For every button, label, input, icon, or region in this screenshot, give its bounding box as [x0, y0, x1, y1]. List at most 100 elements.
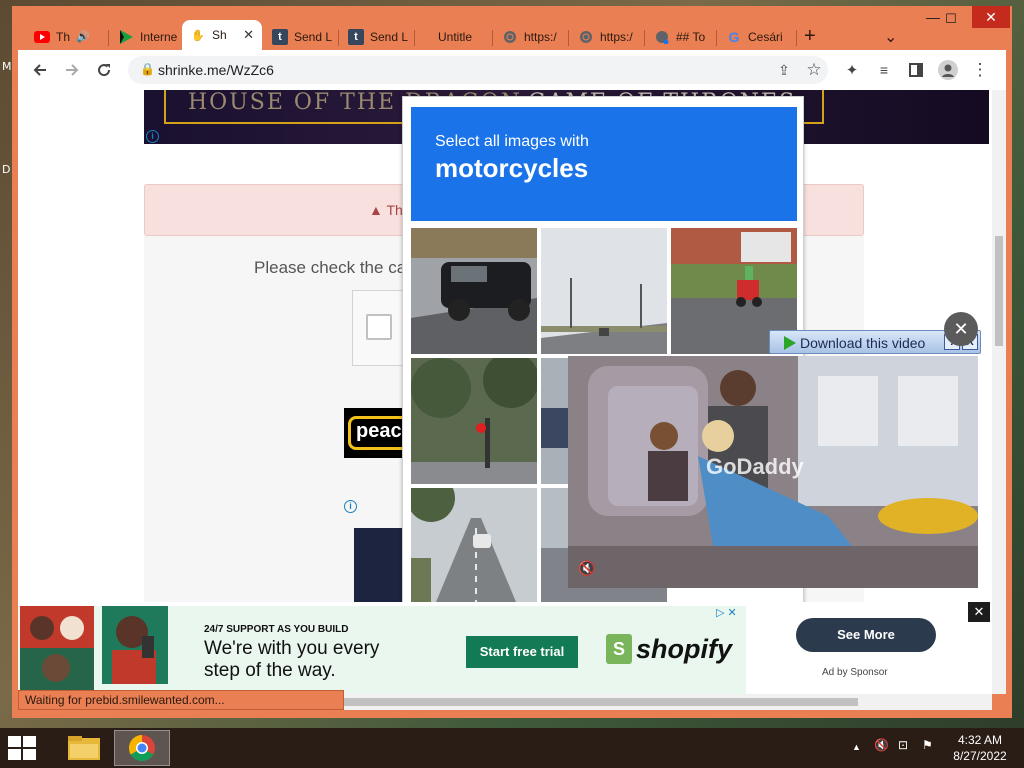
- tab-title: https:/: [600, 29, 633, 44]
- media-control-icon[interactable]: ≡: [872, 58, 896, 82]
- speaker-icon: 🔊: [76, 31, 90, 43]
- shopify-ad-panel[interactable]: 24/7 SUPPORT AS YOU BUILD We're with you…: [18, 606, 746, 694]
- taskbar: ▲ 🔇 ⊡ ⚑ 4:32 AM 8/27/2022: [0, 728, 1024, 768]
- back-arrow-icon[interactable]: [28, 58, 52, 82]
- browser-toolbar: 🔒 shrinke.me/WzZc6 ⇪ ☆ ✦ ≡ ⋮: [18, 50, 1006, 90]
- captcha-tile[interactable]: [411, 228, 537, 354]
- captcha-target-word: motorcycles: [435, 153, 589, 183]
- side-panel-icon[interactable]: [904, 58, 928, 82]
- scrollbar-thumb[interactable]: [995, 236, 1003, 346]
- bottom-sticky-ad[interactable]: 24/7 SUPPORT AS YOU BUILD We're with you…: [18, 602, 992, 694]
- google-icon: G: [728, 28, 740, 45]
- tab-strip: Th 🔊 Interne ✋ Sh ✕ t Send L t Send L Un…: [18, 20, 978, 50]
- recaptcha-checkbox[interactable]: [366, 314, 392, 340]
- volume-muted-icon[interactable]: 🔇: [874, 738, 889, 752]
- ad-photo: [20, 606, 94, 690]
- adchoices-icon[interactable]: ▷ ✕: [716, 606, 737, 619]
- globe-icon: [502, 29, 518, 45]
- ad-sponsor-label: Ad by Sponsor: [822, 667, 888, 678]
- tab-title: Untitle: [438, 29, 473, 44]
- video-close-button[interactable]: ✕: [944, 312, 978, 346]
- ad-tagline: 24/7 SUPPORT AS YOU BUILD: [204, 624, 349, 635]
- tab-send-2[interactable]: t Send L: [340, 23, 412, 50]
- network-icon[interactable]: ⊡: [898, 738, 908, 752]
- tumblr-icon: t: [272, 28, 288, 45]
- tab-https-1[interactable]: https:/: [494, 23, 566, 50]
- bookmark-star-icon[interactable]: ☆: [802, 58, 826, 82]
- see-more-button[interactable]: See More: [796, 618, 936, 652]
- tab-shrinke-active[interactable]: ✋ Sh ✕: [182, 20, 262, 50]
- tab-close-icon[interactable]: ✕: [243, 27, 254, 43]
- address-bar[interactable]: 🔒 shrinke.me/WzZc6: [128, 56, 828, 84]
- video-ad-player[interactable]: GoDaddy 🔇: [568, 356, 978, 588]
- tab-title: Send L: [294, 29, 333, 44]
- profile-avatar-icon[interactable]: [936, 58, 960, 82]
- hand-icon: ✋: [191, 29, 205, 42]
- captcha-prompt-text: Please check the ca: [254, 258, 407, 277]
- play-icon: [784, 336, 796, 350]
- new-tab-button[interactable]: +: [798, 23, 828, 50]
- tab-search-button[interactable]: ⌄: [876, 23, 906, 50]
- tab-todo[interactable]: ## To: [646, 23, 714, 50]
- captcha-tile[interactable]: [411, 488, 537, 614]
- clock-time: 4:32 AM: [957, 733, 1003, 747]
- tab-youtube[interactable]: Th 🔊: [26, 23, 106, 50]
- globe-icon: [578, 29, 594, 45]
- warning-icon: ▲: [369, 202, 383, 218]
- ad-info-icon[interactable]: i: [344, 500, 357, 513]
- globe-icon: [654, 29, 670, 45]
- ad-photo: [102, 606, 168, 690]
- tumblr-icon: t: [348, 28, 364, 45]
- browser-window: — ☐ ✕ Th 🔊 Interne ✋ Sh ✕ t Send L t Sen…: [12, 6, 1012, 718]
- url-text[interactable]: shrinke.me/WzZc6: [158, 62, 274, 78]
- youtube-icon: [34, 29, 50, 45]
- peacock-ad[interactable]: peac: [344, 408, 418, 458]
- ad-info-icon[interactable]: i: [146, 130, 159, 143]
- clock-date: 8/27/2022: [953, 749, 1007, 763]
- captcha-instruction: Select all images with: [435, 133, 589, 150]
- vertical-scrollbar[interactable]: [992, 90, 1006, 694]
- captcha-tile[interactable]: [541, 228, 667, 354]
- share-icon[interactable]: ⇪: [772, 58, 796, 82]
- play-icon: [118, 29, 134, 45]
- tab-title: ## To: [676, 29, 706, 44]
- action-center-flag-icon[interactable]: ⚑: [922, 738, 933, 752]
- lock-icon: 🔒: [140, 62, 155, 76]
- download-video-label[interactable]: Download this video: [800, 335, 925, 351]
- reload-icon[interactable]: [92, 58, 116, 82]
- captcha-tile[interactable]: [411, 358, 537, 484]
- tab-google[interactable]: G Cesári: [718, 23, 794, 50]
- captcha-header: Select all images with motorcycles: [411, 107, 797, 221]
- forward-arrow-icon[interactable]: [60, 58, 84, 82]
- chrome-taskbar-icon[interactable]: [114, 730, 170, 766]
- dark-ad-block[interactable]: [354, 528, 404, 608]
- file-explorer-icon[interactable]: [56, 730, 112, 766]
- tab-title: Interne: [140, 29, 178, 44]
- tab-title: Send L: [370, 29, 409, 44]
- tray-expand-icon[interactable]: ▲: [852, 742, 861, 752]
- shopify-bag-icon: S: [606, 634, 632, 664]
- tab-send-1[interactable]: t Send L: [264, 23, 336, 50]
- desktop-fragment: M: [2, 60, 12, 73]
- ad-headline: We're with you every step of the way.: [204, 638, 380, 681]
- tab-title: Th: [56, 29, 71, 44]
- windows-start-icon[interactable]: [8, 736, 38, 760]
- tab-internet[interactable]: Interne: [110, 23, 182, 50]
- menu-kebab-icon[interactable]: ⋮: [968, 58, 992, 82]
- mute-icon[interactable]: 🔇: [578, 560, 595, 577]
- tab-title: Cesári: [748, 29, 783, 44]
- page-viewport: HOUSE OF THE DRAGON GAME OF THRONES i ▲ …: [18, 90, 992, 694]
- tab-untitled[interactable]: Untitle: [424, 23, 494, 50]
- extensions-puzzle-icon[interactable]: ✦: [840, 58, 864, 82]
- tab-https-2[interactable]: https:/: [570, 23, 642, 50]
- alert-text: Th: [386, 202, 403, 218]
- system-clock[interactable]: 4:32 AM 8/27/2022: [948, 732, 1012, 764]
- start-free-trial-button[interactable]: Start free trial: [466, 636, 578, 668]
- shopify-logo-text: shopify: [636, 634, 733, 664]
- ad-close-button[interactable]: ✕: [968, 602, 990, 622]
- status-bubble: Waiting for prebid.smilewanted.com...: [18, 690, 344, 710]
- tab-title: Sh: [212, 28, 227, 42]
- peacock-text: peac: [356, 420, 402, 442]
- video-watermark: GoDaddy: [706, 454, 804, 479]
- tab-title: https:/: [524, 29, 557, 44]
